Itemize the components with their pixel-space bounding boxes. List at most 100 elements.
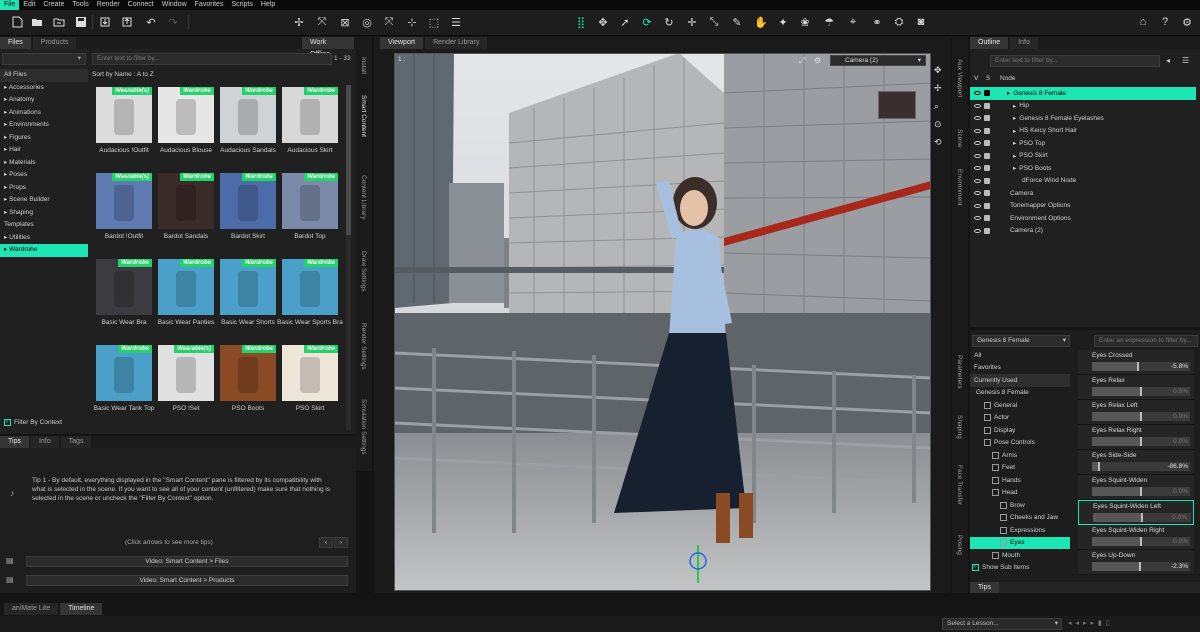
parameter-category[interactable]: Cheeks and Jaw: [970, 512, 1070, 525]
menu-file[interactable]: File: [0, 0, 20, 10]
tab-tips[interactable]: Tips: [0, 436, 29, 448]
scene-node[interactable]: ▸ Genesis 8 Female Eyelashes: [970, 112, 1196, 125]
category-item[interactable]: Templates: [0, 219, 88, 232]
category-item[interactable]: ▸ Figures: [0, 132, 88, 145]
side-tab-render-settings[interactable]: Render Settings: [360, 323, 367, 370]
category-item[interactable]: All Files: [0, 69, 88, 82]
parameter-category[interactable]: All: [970, 349, 1070, 362]
tab-animate-lite[interactable]: aniMate Lite: [4, 603, 59, 615]
expand-arrow-icon[interactable]: ▸: [1013, 127, 1016, 135]
product-card[interactable]: Wearable(s) Bardot !Outfit: [96, 173, 152, 241]
surface-selection-icon[interactable]: ⊹: [403, 13, 421, 31]
video-smart-content-products-button[interactable]: Video: Smart Content > Products: [26, 575, 348, 586]
visibility-eye-icon[interactable]: [974, 203, 981, 208]
side-tab-content-library[interactable]: Content Library: [360, 175, 367, 219]
video-smart-content-files-button[interactable]: Video: Smart Content > Files: [26, 556, 348, 567]
parameter-row[interactable]: Eyes Squint-Widen Left 0.0%: [1078, 500, 1194, 525]
menu-edit[interactable]: Edit: [19, 0, 39, 10]
tab-outline[interactable]: Outline: [970, 37, 1009, 49]
scene-node[interactable]: dForce Wind Node: [970, 175, 1196, 188]
rotate-tool-icon[interactable]: ⟳: [638, 13, 656, 31]
scene-node[interactable]: Environment Options: [970, 212, 1196, 225]
next-tip-button[interactable]: ›: [334, 537, 348, 548]
category-item[interactable]: ▸ Scene Builder: [0, 194, 88, 207]
frame-icon[interactable]: ⊙: [934, 119, 948, 137]
product-card[interactable]: Wardrobe Basic Wear Tank Top: [94, 345, 154, 413]
category-item[interactable]: ▸ Materials: [0, 157, 88, 170]
parameter-category[interactable]: Mouth: [970, 549, 1070, 562]
expand-arrow-icon[interactable]: ▸: [1013, 102, 1016, 110]
tab-products[interactable]: Products: [32, 37, 77, 49]
scene-filter-options-icon[interactable]: ◂: [1166, 56, 1170, 65]
viewport-canvas[interactable]: 1 : ⤢ ⚙ Camera (2) ▾: [394, 53, 931, 591]
scale-tool-icon[interactable]: ⤡: [705, 13, 723, 31]
selectable-hand-icon[interactable]: [984, 140, 990, 147]
joint-editor-icon[interactable]: ✎: [728, 13, 746, 31]
side-tab[interactable]: Posing: [956, 535, 963, 555]
side-tab-install[interactable]: Install: [360, 57, 367, 74]
tab-viewport[interactable]: Viewport: [380, 37, 424, 49]
category-item[interactable]: ▸ Hair: [0, 144, 88, 157]
scene-node[interactable]: Camera (2): [970, 225, 1196, 238]
parameter-value[interactable]: 0.0%: [1173, 487, 1188, 496]
scene-node[interactable]: ▸ PSO Top: [970, 137, 1196, 150]
spot-render-icon[interactable]: ⤧: [380, 13, 398, 31]
parameter-row[interactable]: Eyes Relax 0.0%: [1078, 375, 1194, 400]
orbit-icon[interactable]: ✥: [934, 65, 948, 83]
translate-tool-icon[interactable]: ✛: [683, 13, 701, 31]
parameter-row[interactable]: Eyes Up-Down -2.3%: [1078, 550, 1194, 575]
home-icon[interactable]: ⌂: [1134, 13, 1152, 31]
side-tab[interactable]: Parameters: [956, 355, 963, 389]
tab-info[interactable]: Info: [1010, 37, 1038, 49]
parameter-category[interactable]: Genesis 8 Female: [970, 387, 1070, 400]
category-item[interactable]: ▸ Accessories: [0, 82, 88, 95]
lesson-nav-icons[interactable]: ◂◂▸▸▮▯: [1068, 619, 1114, 627]
parameter-category[interactable]: Feet: [970, 462, 1070, 475]
visibility-eye-icon[interactable]: [974, 166, 981, 171]
scene-node[interactable]: ▸ PSO Boots: [970, 162, 1196, 175]
product-card[interactable]: Wardrobe Basic Wear Bra: [96, 259, 152, 327]
zoom-icon[interactable]: ⌕: [934, 101, 948, 119]
scene-node[interactable]: Tonemapper Options: [970, 200, 1196, 213]
selectable-hand-icon[interactable]: [984, 127, 990, 134]
product-card[interactable]: Wardrobe Basic Wear Shorts: [220, 259, 276, 327]
visibility-eye-icon[interactable]: [974, 216, 981, 221]
menu-connect[interactable]: Connect: [124, 0, 158, 10]
product-card[interactable]: Wardrobe Audacious Blouse: [158, 87, 214, 155]
parameter-value[interactable]: 0.0%: [1172, 513, 1187, 522]
parameter-row[interactable]: Eyes Relax Right 0.0%: [1078, 425, 1194, 450]
parameter-category[interactable]: Display: [970, 424, 1070, 437]
figure-dropdown[interactable]: Genesis 8 Female ▾: [972, 335, 1070, 347]
parameter-value[interactable]: 0.0%: [1173, 387, 1188, 396]
viewport-options-icon[interactable]: ⤢: [799, 56, 805, 66]
visibility-eye-icon[interactable]: [974, 141, 981, 146]
open-folder-icon[interactable]: [28, 13, 46, 31]
menu-help[interactable]: Help: [257, 0, 279, 10]
expand-arrow-icon[interactable]: ▸: [1013, 139, 1016, 147]
parameter-category[interactable]: Pose Controls: [970, 437, 1070, 450]
parameter-value[interactable]: 0.0%: [1173, 537, 1188, 546]
parameter-filter-input[interactable]: Enter an expression to filter by...: [1094, 335, 1198, 347]
universal-tool-icon[interactable]: ⣿: [572, 13, 590, 31]
environment-icon[interactable]: ☂: [820, 13, 838, 31]
tab-files[interactable]: Files: [0, 37, 31, 49]
parameter-row[interactable]: Eyes Crossed -5.8%: [1078, 350, 1194, 375]
tab-timeline[interactable]: Timeline: [60, 603, 103, 615]
selectable-hand-icon[interactable]: [984, 202, 990, 209]
pointer-compass-icon[interactable]: ✥: [594, 13, 612, 31]
parameter-value[interactable]: -5.8%: [1171, 362, 1188, 371]
product-card[interactable]: Wardrobe Bardot Top: [282, 173, 338, 241]
reset-view-icon[interactable]: ⟲: [934, 137, 948, 155]
settings-icon[interactable]: ⚙: [1178, 13, 1196, 31]
product-card[interactable]: Wardrobe Basic Wear Sports Bra: [277, 259, 343, 327]
scene-node[interactable]: ▸ HS Keicy Short Hair: [970, 125, 1196, 138]
parameter-row[interactable]: Eyes Squint-Widen 0.0%: [1078, 475, 1194, 500]
redo-icon[interactable]: ↷: [164, 13, 182, 31]
selectable-hand-icon[interactable]: [984, 152, 990, 159]
category-item[interactable]: ▸ Shaping: [0, 207, 88, 220]
parameter-category[interactable]: General: [970, 399, 1070, 412]
camera-dropdown[interactable]: Camera (2) ▾: [830, 55, 926, 66]
scene-menu-icon[interactable]: ☰: [1182, 56, 1189, 65]
visibility-eye-icon[interactable]: [974, 153, 981, 158]
help-icon[interactable]: ?: [1156, 13, 1174, 31]
